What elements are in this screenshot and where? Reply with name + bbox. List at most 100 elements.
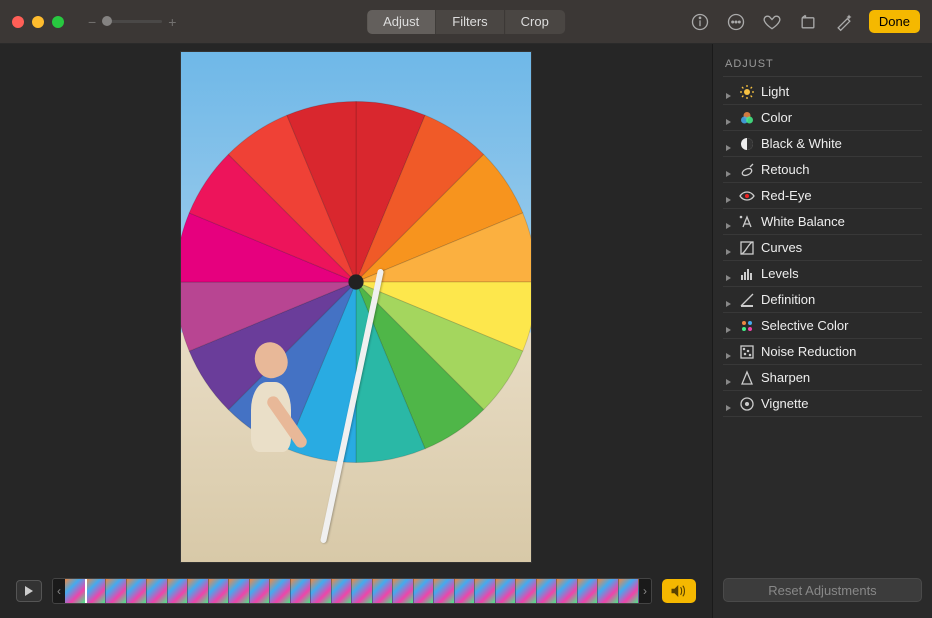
filmstrip-frame[interactable]	[455, 579, 476, 603]
disclosure-icon[interactable]	[725, 348, 733, 356]
disclosure-icon[interactable]	[725, 192, 733, 200]
filmstrip-frame[interactable]	[352, 579, 373, 603]
info-icon[interactable]	[689, 11, 711, 33]
trim-handle-left[interactable]: ‹	[53, 579, 65, 603]
redeye-icon	[739, 188, 755, 204]
enhance-icon[interactable]	[833, 11, 855, 33]
adjustment-noise-reduction[interactable]: Noise Reduction	[723, 339, 922, 365]
tab-crop[interactable]: Crop	[505, 10, 565, 34]
filmstrip-frame[interactable]	[557, 579, 578, 603]
noisereduction-icon	[739, 344, 755, 360]
sidebar-title: ADJUST	[723, 54, 922, 77]
adjustment-retouch[interactable]: Retouch	[723, 157, 922, 183]
adjustment-label: Definition	[761, 292, 815, 307]
filmstrip-frame[interactable]	[250, 579, 271, 603]
close-button[interactable]	[12, 16, 24, 28]
disclosure-icon[interactable]	[725, 374, 733, 382]
adjustment-definition[interactable]: Definition	[723, 287, 922, 313]
disclosure-icon[interactable]	[725, 322, 733, 330]
disclosure-icon[interactable]	[725, 140, 733, 148]
color-icon	[739, 110, 755, 126]
canvas-area: ‹ ›	[0, 44, 712, 618]
filmstrip-frame[interactable]	[619, 579, 640, 603]
adjustment-red-eye[interactable]: Red-Eye	[723, 183, 922, 209]
adjustment-black-white[interactable]: Black & White	[723, 131, 922, 157]
adjustment-light[interactable]: Light	[723, 79, 922, 105]
zoom-thumb[interactable]	[102, 16, 112, 26]
video-filmstrip[interactable]: ‹ ›	[52, 578, 652, 604]
editor-tabs: AdjustFiltersCrop	[367, 10, 565, 34]
adjustment-vignette[interactable]: Vignette	[723, 391, 922, 417]
filmstrip-frame[interactable]	[496, 579, 517, 603]
filmstrip-frame[interactable]	[578, 579, 599, 603]
filmstrip-frame[interactable]	[393, 579, 414, 603]
curves-icon	[739, 240, 755, 256]
bw-icon	[739, 136, 755, 152]
rotate-icon[interactable]	[797, 11, 819, 33]
light-icon	[739, 84, 755, 100]
sharpen-icon	[739, 370, 755, 386]
play-button[interactable]	[16, 580, 42, 602]
photo-viewport[interactable]	[0, 44, 712, 570]
minimize-button[interactable]	[32, 16, 44, 28]
filmstrip-frame[interactable]	[434, 579, 455, 603]
filmstrip-frame[interactable]	[65, 579, 86, 603]
disclosure-icon[interactable]	[725, 166, 733, 174]
filmstrip-frame[interactable]	[106, 579, 127, 603]
filmstrip-frame[interactable]	[127, 579, 148, 603]
adjustment-label: Color	[761, 110, 792, 125]
retouch-icon	[739, 162, 755, 178]
trim-handle-right[interactable]: ›	[639, 579, 651, 603]
filmstrip-frame[interactable]	[311, 579, 332, 603]
filmstrip-frames[interactable]	[65, 579, 639, 603]
disclosure-icon[interactable]	[725, 218, 733, 226]
done-button[interactable]: Done	[869, 10, 920, 33]
fullscreen-button[interactable]	[52, 16, 64, 28]
zoom-slider[interactable]: − +	[88, 14, 176, 30]
disclosure-icon[interactable]	[725, 400, 733, 408]
disclosure-icon[interactable]	[725, 244, 733, 252]
window-controls	[12, 16, 64, 28]
tab-filters[interactable]: Filters	[436, 10, 504, 34]
filmstrip-frame[interactable]	[332, 579, 353, 603]
photo	[181, 52, 531, 562]
filmstrip-frame[interactable]	[516, 579, 537, 603]
filmstrip-frame[interactable]	[537, 579, 558, 603]
disclosure-icon[interactable]	[725, 114, 733, 122]
adjustment-label: Selective Color	[761, 318, 848, 333]
zoom-track[interactable]	[102, 20, 162, 23]
adjustment-label: Black & White	[761, 136, 842, 151]
playhead[interactable]	[85, 578, 87, 604]
adjustment-selective-color[interactable]: Selective Color	[723, 313, 922, 339]
filmstrip-frame[interactable]	[373, 579, 394, 603]
reset-adjustments-button[interactable]: Reset Adjustments	[723, 578, 922, 602]
adjustment-levels[interactable]: Levels	[723, 261, 922, 287]
adjustment-curves[interactable]: Curves	[723, 235, 922, 261]
adjust-sidebar: ADJUST Light Color Black & White RetouchRed…	[712, 44, 932, 618]
filmstrip-frame[interactable]	[270, 579, 291, 603]
disclosure-icon[interactable]	[725, 296, 733, 304]
filmstrip-frame[interactable]	[414, 579, 435, 603]
filmstrip-frame[interactable]	[147, 579, 168, 603]
disclosure-icon[interactable]	[725, 88, 733, 96]
toolbar-right: Done	[689, 10, 920, 33]
filmstrip-frame[interactable]	[229, 579, 250, 603]
umbrella-graphic	[181, 92, 531, 472]
audio-button[interactable]	[662, 579, 696, 603]
filmstrip-frame[interactable]	[168, 579, 189, 603]
levels-icon	[739, 266, 755, 282]
adjustment-color[interactable]: Color	[723, 105, 922, 131]
filmstrip-frame[interactable]	[291, 579, 312, 603]
adjustment-white-balance[interactable]: White Balance	[723, 209, 922, 235]
disclosure-icon[interactable]	[725, 270, 733, 278]
filmstrip-frame[interactable]	[598, 579, 619, 603]
filmstrip-frame[interactable]	[86, 579, 107, 603]
filmstrip-frame[interactable]	[475, 579, 496, 603]
filmstrip-frame[interactable]	[209, 579, 230, 603]
vignette-icon	[739, 396, 755, 412]
more-icon[interactable]	[725, 11, 747, 33]
filmstrip-frame[interactable]	[188, 579, 209, 603]
favorite-icon[interactable]	[761, 11, 783, 33]
tab-adjust[interactable]: Adjust	[367, 10, 436, 34]
adjustment-sharpen[interactable]: Sharpen	[723, 365, 922, 391]
